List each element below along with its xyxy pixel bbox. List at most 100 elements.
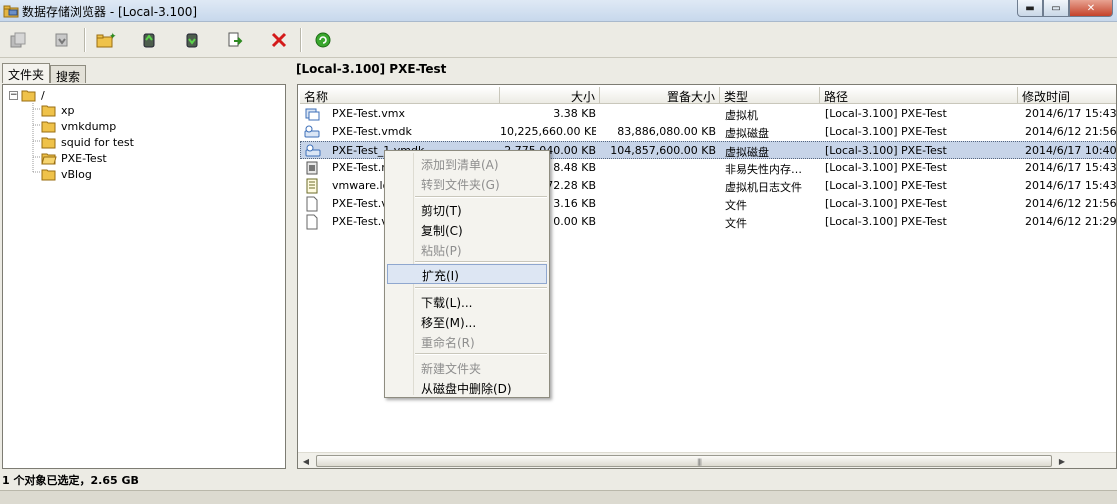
- tree-item[interactable]: vBlog: [41, 166, 92, 182]
- toolbar-delete-button[interactable]: [267, 28, 291, 52]
- datastore-browser-icon: [3, 5, 19, 18]
- tree-item-label: PXE-Test: [61, 151, 107, 165]
- cell-provisioned: 104,857,600.00 KB: [610, 144, 716, 157]
- status-bar: [0, 490, 1117, 504]
- log-file-icon: [306, 178, 318, 194]
- minimize-button[interactable]: ▬: [1017, 0, 1043, 17]
- grip-icon: |||: [697, 458, 702, 466]
- title-bar: 数据存储浏览器 - [Local-3.100] ▬ ▭ ✕: [0, 0, 1117, 22]
- svg-text:✦: ✦: [109, 32, 116, 42]
- menu-item-download[interactable]: 下载(L)...: [387, 291, 547, 311]
- tab-folders-label: 文件夹: [8, 68, 45, 82]
- tree-item-selected[interactable]: PXE-Test: [41, 150, 107, 166]
- status-text: 1 个对象已选定，2.65 GB: [2, 474, 139, 487]
- folder-icon: [41, 105, 56, 117]
- close-button[interactable]: ✕: [1069, 0, 1113, 17]
- tree-item-label: xp: [61, 103, 75, 117]
- folder-icon: [41, 137, 56, 149]
- tree-item-label: squid for test: [61, 135, 134, 149]
- column-header-path[interactable]: 路径: [820, 87, 1018, 104]
- menu-item-delete-from-disk[interactable]: 从磁盘中删除(D): [387, 377, 547, 397]
- menu-item-label: 添加到清单(A): [421, 158, 499, 172]
- scroll-right-button[interactable]: ▶: [1054, 453, 1070, 468]
- collapse-icon[interactable]: −: [9, 90, 18, 100]
- tree-item[interactable]: xp: [41, 102, 75, 118]
- new-folder-icon: ✦: [96, 32, 116, 48]
- scrollbar-thumb[interactable]: |||: [316, 455, 1052, 467]
- menu-item-add-to-inventory[interactable]: 添加到清单(A): [387, 153, 547, 173]
- cell-type: 文件: [725, 217, 747, 230]
- menu-separator: [415, 261, 547, 263]
- cell-type: 文件: [725, 199, 747, 212]
- toolbar-separator: [84, 28, 86, 52]
- table-row[interactable]: PXE-Test.vmdk 10,225,660.00 KB 83,886,08…: [300, 123, 1117, 141]
- menu-item-label: 重命名(R): [421, 336, 475, 350]
- column-header-provisioned-size[interactable]: 置备大小: [600, 87, 720, 104]
- toolbar-download-button[interactable]: [50, 28, 74, 52]
- column-header-size[interactable]: 大小: [500, 87, 600, 104]
- column-header-type[interactable]: 类型: [720, 87, 820, 104]
- tree-item-label: vmkdump: [61, 119, 117, 133]
- column-header-name[interactable]: 名称: [300, 87, 500, 104]
- cell-modified: 2014/6/17 10:40:5: [1025, 144, 1117, 157]
- cell-type: 虚拟磁盘: [725, 146, 769, 159]
- menu-item-go-to-folder[interactable]: 转到文件夹(G): [387, 173, 547, 193]
- horizontal-scrollbar[interactable]: ◀ ||| ▶: [298, 452, 1116, 468]
- toolbar-upload-file-button[interactable]: [137, 28, 161, 52]
- current-path: [Local-3.100] PXE-Test: [296, 62, 447, 76]
- cell-modified: 2014/6/12 21:56:5: [1025, 197, 1117, 210]
- menu-item-label: 移至(M)...: [421, 316, 477, 330]
- vm-icon: [305, 108, 320, 121]
- menu-item-paste[interactable]: 粘贴(P): [387, 239, 547, 259]
- menu-item-move-to[interactable]: 移至(M)...: [387, 311, 547, 331]
- upload-icon: [10, 32, 26, 48]
- context-menu: 添加到清单(A) 转到文件夹(G) 剪切(T) 复制(C) 粘贴(P) 扩充(I…: [384, 150, 550, 398]
- toolbar-separator: [300, 28, 302, 52]
- column-header-label: 名称: [304, 90, 329, 104]
- menu-item-copy[interactable]: 复制(C): [387, 219, 547, 239]
- cell-name: PXE-Test.vmdk: [332, 125, 412, 138]
- menu-item-cut[interactable]: 剪切(T): [387, 199, 547, 219]
- cell-name: vmware.lo: [332, 179, 384, 192]
- menu-item-new-folder[interactable]: 新建文件夹: [387, 357, 547, 377]
- cell-path: [Local-3.100] PXE-Test: [825, 179, 947, 192]
- toolbar-download-file-button[interactable]: [180, 28, 204, 52]
- open-folder-icon: [21, 90, 36, 102]
- delete-icon: [271, 32, 287, 48]
- tab-search-label: 搜索: [56, 70, 81, 84]
- maximize-icon: ▭: [1051, 2, 1061, 14]
- cell-path: [Local-3.100] PXE-Test: [825, 215, 947, 228]
- cell-name: PXE-Test.v: [332, 215, 384, 228]
- tab-folders[interactable]: 文件夹: [2, 63, 51, 83]
- menu-item-label: 新建文件夹: [421, 362, 482, 376]
- toolbar-move-button[interactable]: [223, 28, 247, 52]
- cell-modified: 2014/6/12 21:29:0: [1025, 215, 1117, 228]
- tree-item-label: vBlog: [61, 167, 92, 181]
- toolbar-refresh-button[interactable]: [311, 28, 335, 52]
- upload-file-icon: [143, 33, 155, 48]
- cell-type: 非易失性内存…: [725, 163, 802, 176]
- scroll-left-button[interactable]: ◀: [298, 453, 314, 468]
- tree-item[interactable]: vmkdump: [41, 118, 116, 134]
- column-header-modified[interactable]: 修改时间: [1018, 87, 1116, 104]
- cell-modified: 2014/6/17 15:43:2: [1025, 161, 1117, 174]
- virtual-disk-icon: [305, 144, 321, 157]
- cell-modified: 2014/6/12 21:56:0: [1025, 125, 1117, 138]
- toolbar-new-folder-button[interactable]: ✦: [94, 28, 118, 52]
- maximize-button[interactable]: ▭: [1043, 0, 1069, 17]
- menu-item-rename[interactable]: 重命名(R): [387, 331, 547, 351]
- cell-size: 3.38 KB: [553, 107, 596, 120]
- tree-item[interactable]: squid for test: [41, 134, 134, 150]
- folder-icon: [41, 121, 56, 133]
- menu-item-inflate[interactable]: 扩充(I): [387, 264, 547, 284]
- cell-size: 10,225,660.00 KB: [500, 125, 596, 138]
- cell-path: [Local-3.100] PXE-Test: [825, 107, 947, 120]
- menu-separator: [415, 353, 547, 355]
- move-icon: [228, 32, 243, 47]
- tab-search[interactable]: 搜索: [50, 65, 87, 84]
- tree-root-label: /: [41, 88, 45, 102]
- table-row[interactable]: PXE-Test.vmx 3.38 KB 虚拟机 [Local-3.100] P…: [300, 105, 1116, 123]
- toolbar-upload-button[interactable]: [6, 28, 30, 52]
- tree-item-root[interactable]: − /: [9, 87, 45, 103]
- window-title: 数据存储浏览器 - [Local-3.100]: [22, 5, 198, 19]
